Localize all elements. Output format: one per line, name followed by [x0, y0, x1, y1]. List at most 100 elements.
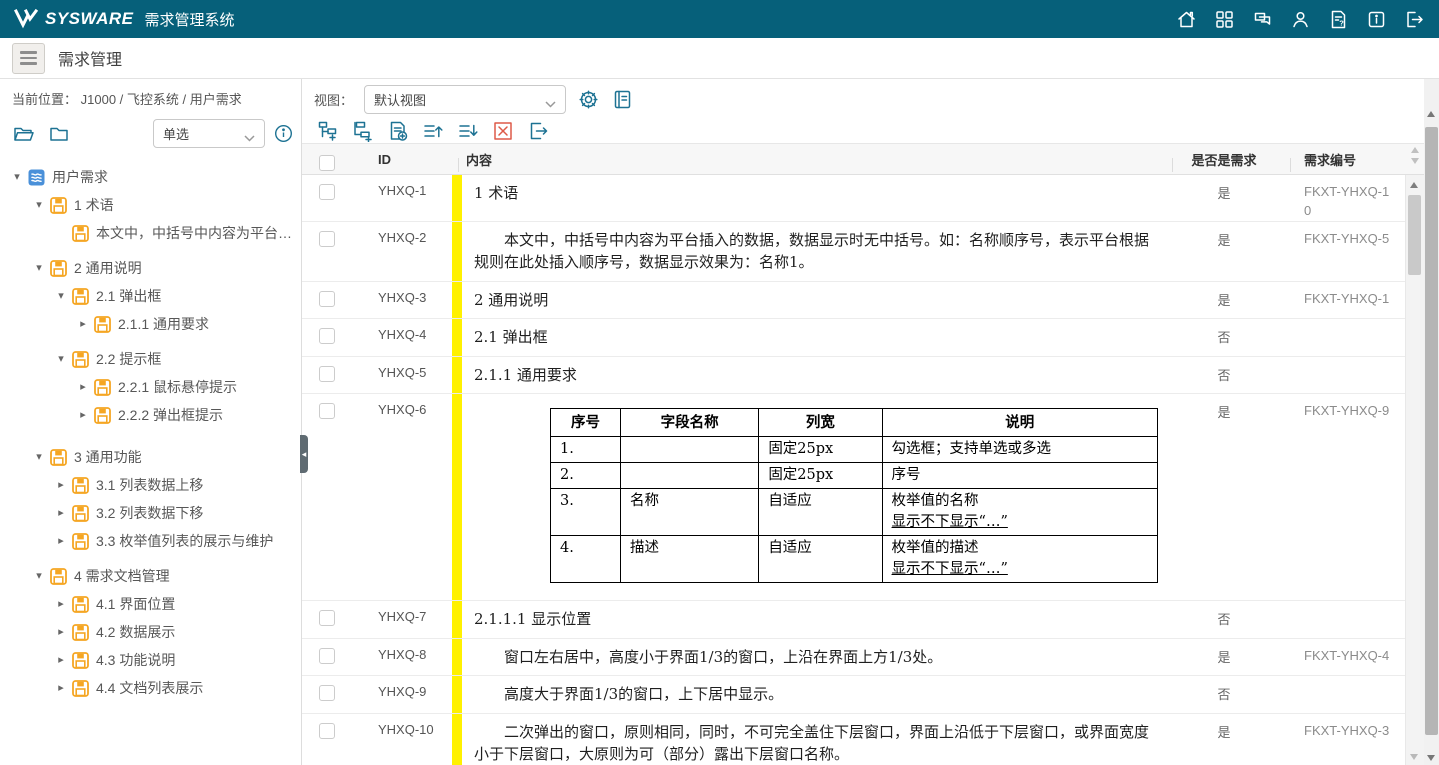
tree-item[interactable]: ▾2.2 提示框 — [0, 345, 301, 373]
tree-item[interactable]: ▸4.2 数据展示 — [0, 618, 301, 646]
row-checkbox[interactable] — [319, 610, 335, 626]
tree-caret-icon[interactable]: ▾ — [54, 354, 68, 365]
tree-caret-icon[interactable]: ▸ — [76, 410, 90, 421]
table-row[interactable]: YHXQ-52.1.1 通用要求否 — [302, 357, 1406, 395]
table-row[interactable]: YHXQ-6序号字段名称列宽说明1.固定25px勾选框；支持单选或多选2.固定2… — [302, 394, 1406, 601]
tree-item[interactable]: ▾4 需求文档管理 — [0, 562, 301, 590]
scrollbar-down-arrow[interactable] — [1410, 754, 1418, 760]
row-checkbox[interactable] — [319, 328, 335, 344]
row-checkbox[interactable] — [319, 184, 335, 200]
tree-caret-icon[interactable]: ▾ — [32, 263, 46, 274]
tree-caret-icon[interactable]: ▸ — [76, 319, 90, 330]
table-row[interactable]: YHXQ-9高度大于界面1/3的窗口，上下居中显示。否 — [302, 676, 1406, 714]
row-checkbox[interactable] — [319, 685, 335, 701]
sidebar-collapse-handle[interactable]: ◂ — [300, 435, 308, 473]
sysware-logo-icon — [14, 8, 38, 30]
tree-item[interactable]: ▸4.4 文档列表展示 — [0, 674, 301, 702]
tree-item[interactable]: ▸4.1 界面位置 — [0, 590, 301, 618]
export-icon[interactable] — [527, 120, 549, 142]
tree-caret-icon[interactable]: ▾ — [54, 291, 68, 302]
tree-caret-icon[interactable]: ▸ — [76, 382, 90, 393]
tree-caret-icon[interactable]: ▾ — [32, 571, 46, 582]
tree-item[interactable]: ▾3 通用功能 — [0, 443, 301, 471]
spec-cell: 4. — [551, 536, 621, 583]
tree-item[interactable]: 本文中，中括号中内容为平台插... — [0, 219, 301, 247]
tree-caret-icon[interactable]: ▸ — [54, 599, 68, 610]
help-doc-icon[interactable]: ? — [1328, 9, 1349, 30]
messages-icon[interactable] — [1252, 9, 1273, 30]
tree-caret-icon[interactable]: ▸ — [54, 508, 68, 519]
table-scrollbar-thumb[interactable] — [1408, 195, 1421, 275]
column-header-content[interactable]: 内容 — [452, 150, 1170, 169]
menu-hamburger-button[interactable] — [12, 43, 45, 74]
move-down-icon[interactable] — [457, 120, 479, 142]
info-square-icon[interactable] — [1366, 9, 1387, 30]
tree-item[interactable]: ▾1 术语 — [0, 191, 301, 219]
column-header-is-requirement[interactable]: 是否是需求 — [1170, 150, 1278, 169]
table-row[interactable]: YHXQ-10二次弹出的窗口，原则相同，同时，不可完全盖住下层窗口，界面上沿低于… — [302, 714, 1406, 765]
page-scroll-up-arrow[interactable] — [1427, 111, 1435, 117]
page-scroll-down-arrow[interactable] — [1427, 755, 1435, 761]
page-scrollbar-thumb[interactable] — [1425, 127, 1438, 735]
tree-caret-icon[interactable]: ▾ — [10, 172, 24, 183]
tree-caret-icon[interactable]: ▸ — [54, 683, 68, 694]
table-row[interactable]: YHXQ-42.1 弹出框否 — [302, 319, 1406, 357]
select-mode-dropdown[interactable]: 单选 — [153, 119, 265, 148]
collapse-all-folder-icon[interactable] — [48, 122, 72, 146]
row-checkbox[interactable] — [319, 366, 335, 382]
tree-caret-icon[interactable]: ▾ — [32, 200, 46, 211]
tree-caret-icon[interactable]: ▾ — [32, 452, 46, 463]
column-header-req-no[interactable]: 需求编号 — [1278, 150, 1406, 169]
scroll-down-icon[interactable] — [1411, 158, 1419, 164]
tree-item[interactable]: ▸2.1.1 通用要求 — [0, 310, 301, 338]
tree-item[interactable]: ▸3.1 列表数据上移 — [0, 471, 301, 499]
home-icon[interactable] — [1176, 9, 1197, 30]
tree-item[interactable]: ▸3.3 枚举值列表的展示与维护 — [0, 527, 301, 555]
tree-item[interactable]: ▸4.3 功能说明 — [0, 646, 301, 674]
tree-caret-icon[interactable]: ▸ — [54, 480, 68, 491]
tree-item[interactable]: ▸2.2.2 弹出框提示 — [0, 401, 301, 429]
view-select-dropdown[interactable]: 默认视图 — [364, 85, 566, 114]
document-icon — [72, 225, 90, 242]
table-row[interactable]: YHXQ-11 术语是FKXT-YHXQ-10 — [302, 175, 1406, 222]
apps-grid-icon[interactable] — [1214, 9, 1235, 30]
move-up-icon[interactable] — [422, 120, 444, 142]
content-panel: 视图： 默认视图 ID 内容 是否是需求 — [302, 79, 1439, 765]
table-row[interactable]: YHXQ-32 通用说明是FKXT-YHXQ-1 — [302, 282, 1406, 320]
row-checkbox[interactable] — [319, 231, 335, 247]
row-highlight-bar — [452, 639, 462, 676]
row-id: YHXQ-4 — [352, 319, 452, 356]
tree-item[interactable]: ▾2 通用说明 — [0, 254, 301, 282]
tree-item[interactable]: ▾2.1 弹出框 — [0, 282, 301, 310]
user-icon[interactable] — [1290, 9, 1311, 30]
table-row[interactable]: YHXQ-2本文中，中括号中内容为平台插入的数据，数据显示时无中括号。如：名称顺… — [302, 222, 1406, 282]
table-row[interactable]: YHXQ-72.1.1.1 显示位置否 — [302, 601, 1406, 639]
row-checkbox[interactable] — [319, 648, 335, 664]
spec-desc-cell: 勾选框；支持单选或多选 — [882, 437, 1157, 463]
logout-icon[interactable] — [1404, 9, 1425, 30]
tree-caret-icon[interactable]: ▸ — [54, 627, 68, 638]
embedded-spec-table: 序号字段名称列宽说明1.固定25px勾选框；支持单选或多选2.固定25px序号3… — [550, 408, 1158, 583]
scroll-up-icon[interactable] — [1411, 147, 1419, 153]
add-document-icon[interactable] — [387, 120, 409, 142]
row-checkbox[interactable] — [319, 723, 335, 739]
column-header-id[interactable]: ID — [352, 152, 452, 167]
tree-item[interactable]: ▾用户需求 — [0, 163, 301, 191]
tree-caret-icon[interactable]: ▸ — [54, 536, 68, 547]
expand-all-folder-icon[interactable] — [12, 122, 36, 146]
tree-caret-icon[interactable]: ▸ — [54, 655, 68, 666]
document-icon — [94, 316, 112, 333]
view-list-icon[interactable] — [611, 88, 634, 111]
info-circle-icon[interactable] — [274, 124, 293, 143]
view-settings-gear-icon[interactable] — [577, 88, 600, 111]
scrollbar-up-arrow[interactable] — [1410, 182, 1418, 188]
add-child-node-icon[interactable] — [352, 120, 374, 142]
tree-item[interactable]: ▸3.2 列表数据下移 — [0, 499, 301, 527]
delete-icon[interactable] — [492, 120, 514, 142]
row-checkbox[interactable] — [319, 403, 335, 419]
add-sibling-node-icon[interactable] — [317, 120, 339, 142]
table-row[interactable]: YHXQ-8窗口左右居中，高度小于界面1/3的窗口，上沿在界面上方1/3处。是F… — [302, 639, 1406, 677]
tree-item[interactable]: ▸2.2.1 鼠标悬停提示 — [0, 373, 301, 401]
row-checkbox[interactable] — [319, 291, 335, 307]
select-all-checkbox[interactable] — [319, 155, 335, 171]
